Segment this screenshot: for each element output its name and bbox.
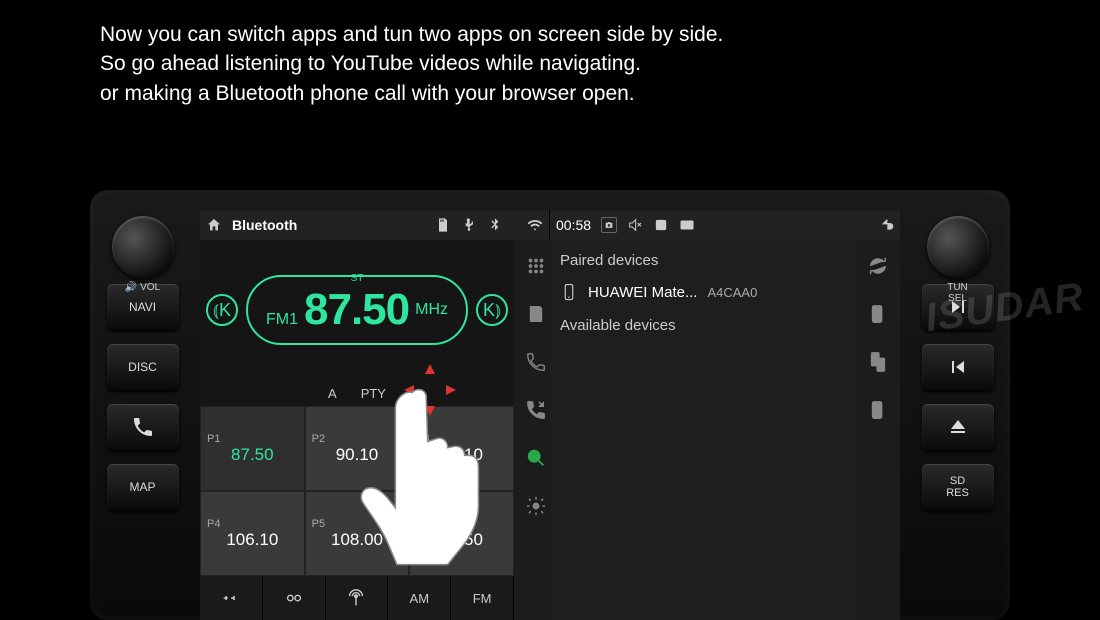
paired-device-id: A4CAA0	[707, 285, 757, 300]
frequency-unit: MHz	[415, 301, 448, 319]
am-button[interactable]: AM	[388, 576, 451, 620]
physical-left-panel: 🔊 VOL NAVI DISC MAP	[100, 250, 185, 510]
bt-side-delete[interactable]	[856, 388, 900, 432]
bt-sidebar	[856, 240, 900, 620]
screen-off-icon[interactable]	[679, 217, 695, 233]
right-statusbar: 00:58	[550, 210, 900, 240]
preset-3[interactable]: P398.10	[409, 406, 514, 491]
promo-line-3: or making a Bluetooth phone call with yo…	[100, 79, 723, 108]
promo-text: Now you can switch apps and tun two apps…	[100, 20, 723, 108]
bt-side-pair[interactable]	[856, 340, 900, 384]
tune-label: TUNSEL	[915, 282, 1000, 304]
bt-main: Paired devices HUAWEI Mate... A4CAA0 Ava…	[550, 240, 856, 620]
eject-button[interactable]	[922, 404, 994, 450]
phone-icon	[131, 415, 155, 439]
left-app-radio: Bluetooth ⦅K ST FM1 87.50	[200, 210, 550, 620]
paired-device-row[interactable]: HUAWEI Mate... A4CAA0	[560, 277, 846, 307]
antenna-button[interactable]	[326, 576, 389, 620]
usb-status-icon	[461, 217, 477, 233]
promo-line-1: Now you can switch apps and tun two apps…	[100, 20, 723, 49]
mute-icon[interactable]	[627, 217, 643, 233]
volume-knob[interactable]	[112, 216, 174, 278]
back-icon[interactable]	[878, 217, 894, 233]
camera-icon[interactable]	[601, 217, 617, 233]
pty-pty[interactable]: PTY	[361, 386, 386, 401]
brightness-icon[interactable]	[653, 217, 669, 233]
preset-5[interactable]: P5108.00	[305, 491, 410, 576]
paired-device-name: HUAWEI Mate...	[588, 284, 697, 301]
physical-right-panel: TUNSEL SD RES	[915, 250, 1000, 510]
home-icon[interactable]	[206, 217, 222, 233]
eject-icon	[946, 415, 970, 439]
prev-icon	[946, 355, 970, 379]
sd-status-icon	[435, 217, 451, 233]
bt-status-icon	[487, 217, 503, 233]
preset-4[interactable]: P4106.10	[200, 491, 305, 576]
paired-header: Paired devices	[560, 252, 846, 269]
presets-grid: P187.50 P290.10 P398.10 P4106.10 P5108.0…	[200, 406, 514, 576]
bt-side-music[interactable]	[856, 292, 900, 336]
right-app-bluetooth: 00:58 Paired devices HUAWEI Mate... A4CA…	[550, 210, 900, 620]
preset-2[interactable]: P290.10	[305, 406, 410, 491]
band-label: FM1	[266, 311, 298, 329]
tune-next[interactable]: K⦆	[476, 294, 508, 326]
pty-row: A PTY	[200, 380, 514, 406]
volume-label: 🔊 VOL	[100, 282, 185, 293]
tune-knob[interactable]	[927, 216, 989, 278]
sd-res-button[interactable]: SD RES	[922, 464, 994, 510]
prev-track-button[interactable]	[922, 344, 994, 390]
phone-device-icon	[560, 283, 578, 301]
bt-body: Paired devices HUAWEI Mate... A4CAA0 Ava…	[550, 240, 900, 620]
hand-cursor-right	[1084, 355, 1100, 545]
preset-1[interactable]: P187.50	[200, 406, 305, 491]
left-statusbar: Bluetooth	[200, 210, 549, 240]
tune-prev[interactable]: ⦅K	[206, 294, 238, 326]
radio-bottom-bar: AM FM	[200, 576, 514, 620]
loc-button[interactable]	[263, 576, 326, 620]
touch-indicator-left	[410, 370, 450, 410]
stereo-indicator: ST	[351, 273, 364, 284]
touchscreen: Bluetooth ⦅K ST FM1 87.50	[200, 210, 900, 620]
map-button[interactable]: MAP	[107, 464, 179, 510]
phone-button[interactable]	[107, 404, 179, 450]
frequency-value: 87.50	[304, 285, 409, 335]
fm-button[interactable]: FM	[451, 576, 514, 620]
wifi-status-icon	[527, 217, 543, 233]
promo-line-2: So go ahead listening to YouTube videos …	[100, 49, 723, 78]
available-header: Available devices	[560, 317, 846, 334]
bt-side-refresh[interactable]	[856, 244, 900, 288]
pty-a[interactable]: A	[328, 386, 337, 401]
radio-main: ⦅K ST FM1 87.50 MHz K⦆ A	[200, 240, 514, 620]
head-unit-device: 🔊 VOL NAVI DISC MAP TUNSEL SD RE	[90, 190, 1010, 620]
disc-button[interactable]: DISC	[107, 344, 179, 390]
preset-6[interactable]: P687.50	[409, 491, 514, 576]
scan-button[interactable]	[200, 576, 263, 620]
tune-row: ⦅K ST FM1 87.50 MHz K⦆	[200, 240, 514, 380]
left-status-title: Bluetooth	[232, 217, 297, 233]
status-time: 00:58	[556, 217, 591, 233]
frequency-display: ST FM1 87.50 MHz	[246, 275, 468, 345]
radio-body: ⦅K ST FM1 87.50 MHz K⦆ A	[200, 240, 549, 620]
